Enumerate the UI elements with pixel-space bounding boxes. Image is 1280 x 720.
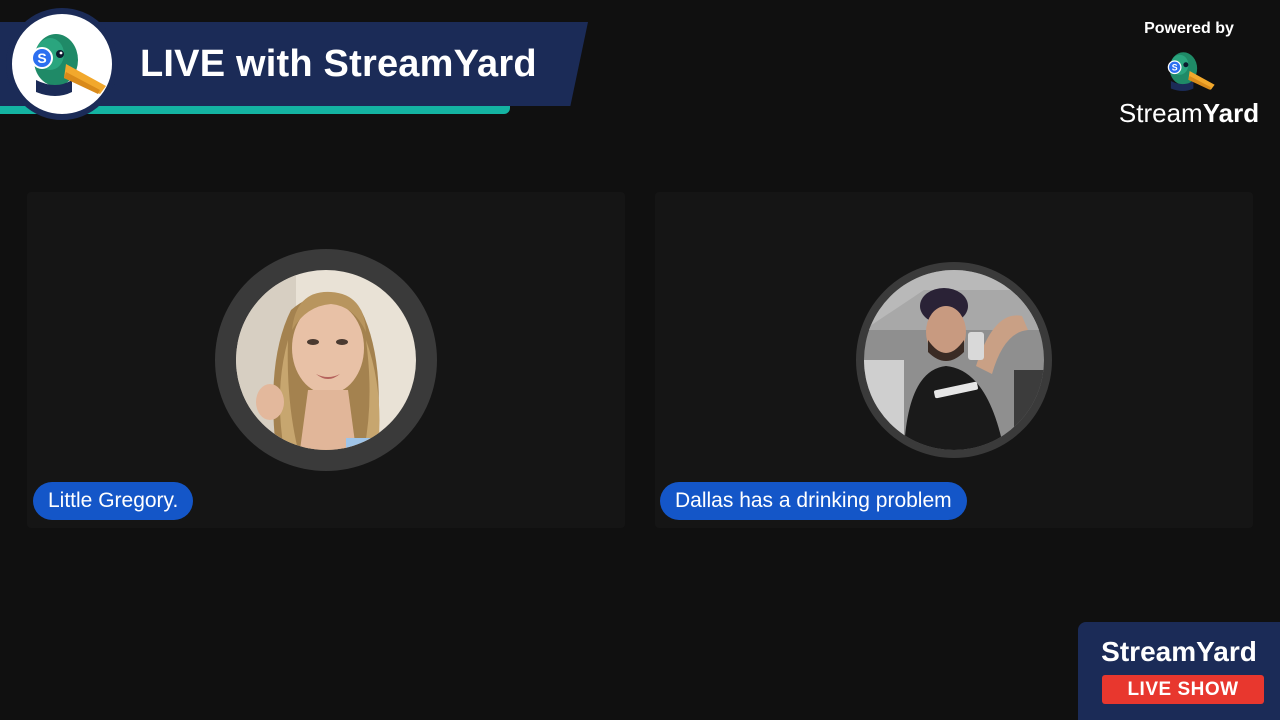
duck-mascot-icon: S: [1167, 52, 1215, 91]
brand-bold: Yard: [1202, 98, 1260, 128]
participant-tile[interactable]: Dallas has a drinking problem: [655, 192, 1253, 528]
avatar-ring: [215, 249, 437, 471]
man-selfie-avatar-photo: [864, 270, 1044, 450]
brand-regular: Stream: [1118, 98, 1203, 128]
live-show-label: LIVE SHOW: [1102, 675, 1264, 704]
duck-mascot-icon: S: [31, 34, 106, 96]
svg-text:S: S: [1172, 62, 1178, 72]
powered-by: Powered by S StreamYard: [1114, 16, 1264, 136]
live-show-badge: StreamYard LIVE SHOW: [1078, 622, 1280, 720]
participant-name: Little Gregory.: [33, 482, 194, 520]
badge-brand: StreamYard: [1101, 636, 1257, 667]
powered-by-brand: StreamYard: [1114, 98, 1264, 129]
powered-by-label: Powered by: [1144, 20, 1234, 37]
avatar-ring: [856, 262, 1052, 458]
woman-avatar-photo: [236, 270, 416, 450]
participant-tile[interactable]: Little Gregory.: [27, 192, 625, 528]
participant-name: Dallas has a drinking problem: [660, 482, 967, 520]
logo-badge: S: [6, 8, 118, 120]
stream-title: LIVE with StreamYard: [140, 43, 537, 85]
title-banner: LIVE with StreamYard S: [0, 0, 600, 130]
svg-text:S: S: [37, 50, 46, 66]
